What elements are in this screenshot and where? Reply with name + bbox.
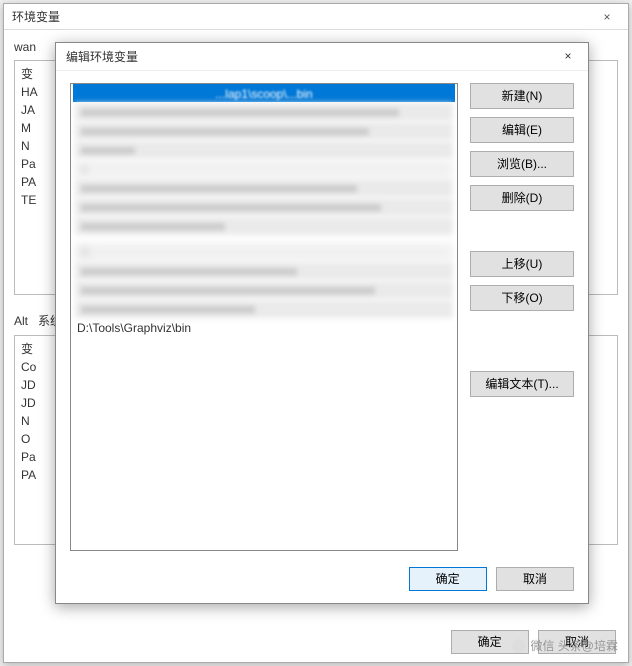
outer-title-bar: 环境变量 × <box>4 4 628 30</box>
path-values-list[interactable]: ...lap1\scoop\...bin xxxxxxxxxxxxxxxxxxx… <box>70 83 458 551</box>
outer-ok-button[interactable]: 确定 <box>451 630 529 654</box>
path-item[interactable]: xxxxxxxxxxxxxxxxxxxxxxxxxxxxx <box>75 300 453 318</box>
path-item[interactable]: xxxxxxxxxxxxxxxxxxxxxxxxxxxxxxxxxxxxxxxx… <box>75 179 453 197</box>
path-item-graphviz[interactable]: D:\Tools\Graphviz\bin <box>71 319 457 337</box>
new-button[interactable]: 新建(N) <box>470 83 574 109</box>
edit-text-button[interactable]: 编辑文本(T)... <box>470 371 574 397</box>
inner-footer: 确定 取消 <box>403 567 574 591</box>
close-icon: × <box>603 10 610 24</box>
inner-title-bar: 编辑环境变量 × <box>56 43 588 71</box>
path-item[interactable]: xxxxxxxxxxxxxxxxxxxxxxxxxxxxxxxxxxxxxxxx… <box>75 103 453 121</box>
path-item[interactable]: xxxxxxxxxxxxxxxxxxxxxxxxxxxxxxxxxxxx <box>75 262 453 280</box>
path-item-selected[interactable]: ...lap1\scoop\...bin <box>73 84 455 102</box>
outer-close-button[interactable]: × <box>586 4 628 30</box>
path-item[interactable]: C. <box>75 243 453 261</box>
outer-title-text: 环境变量 <box>12 10 60 24</box>
inner-close-button[interactable]: × <box>552 45 584 67</box>
path-item[interactable]: xxxxxxxxxxxxxxxxxxxxxxxxxxxxxxxxxxxxxxxx… <box>75 122 453 140</box>
delete-button[interactable]: 删除(D) <box>470 185 574 211</box>
inner-title-text: 编辑环境变量 <box>66 50 138 64</box>
path-item[interactable]: xxxxxxxxx <box>75 141 453 159</box>
path-item[interactable]: x <box>75 160 453 178</box>
move-down-button[interactable]: 下移(O) <box>470 285 574 311</box>
inner-cancel-button[interactable]: 取消 <box>496 567 574 591</box>
edit-env-var-dialog: 编辑环境变量 × ...lap1\scoop\...bin xxxxxxxxxx… <box>55 42 589 604</box>
path-item[interactable]: xxxxxxxxxxxxxxxxxxxxxxxxxxxxxxxxxxxxxxxx… <box>75 281 453 299</box>
close-icon: × <box>564 49 571 63</box>
outer-footer: 确定 取消 <box>445 630 616 654</box>
edit-button[interactable]: 编辑(E) <box>470 117 574 143</box>
inner-ok-button[interactable]: 确定 <box>409 567 487 591</box>
button-column: 新建(N) 编辑(E) 浏览(B)... 删除(D) 上移(U) 下移(O) 编… <box>470 83 574 397</box>
path-item[interactable]: xxxxxxxxxxxxxxxxxxxxxxxxxxxxxxxxxxxxxxxx… <box>75 198 453 216</box>
outer-cancel-button[interactable]: 取消 <box>538 630 616 654</box>
move-up-button[interactable]: 上移(U) <box>470 251 574 277</box>
browse-button[interactable]: 浏览(B)... <box>470 151 574 177</box>
path-item[interactable]: xxxxxxxxxxxxxxxxxxxxxxxx <box>75 217 453 235</box>
inner-body: ...lap1\scoop\...bin xxxxxxxxxxxxxxxxxxx… <box>70 83 574 591</box>
